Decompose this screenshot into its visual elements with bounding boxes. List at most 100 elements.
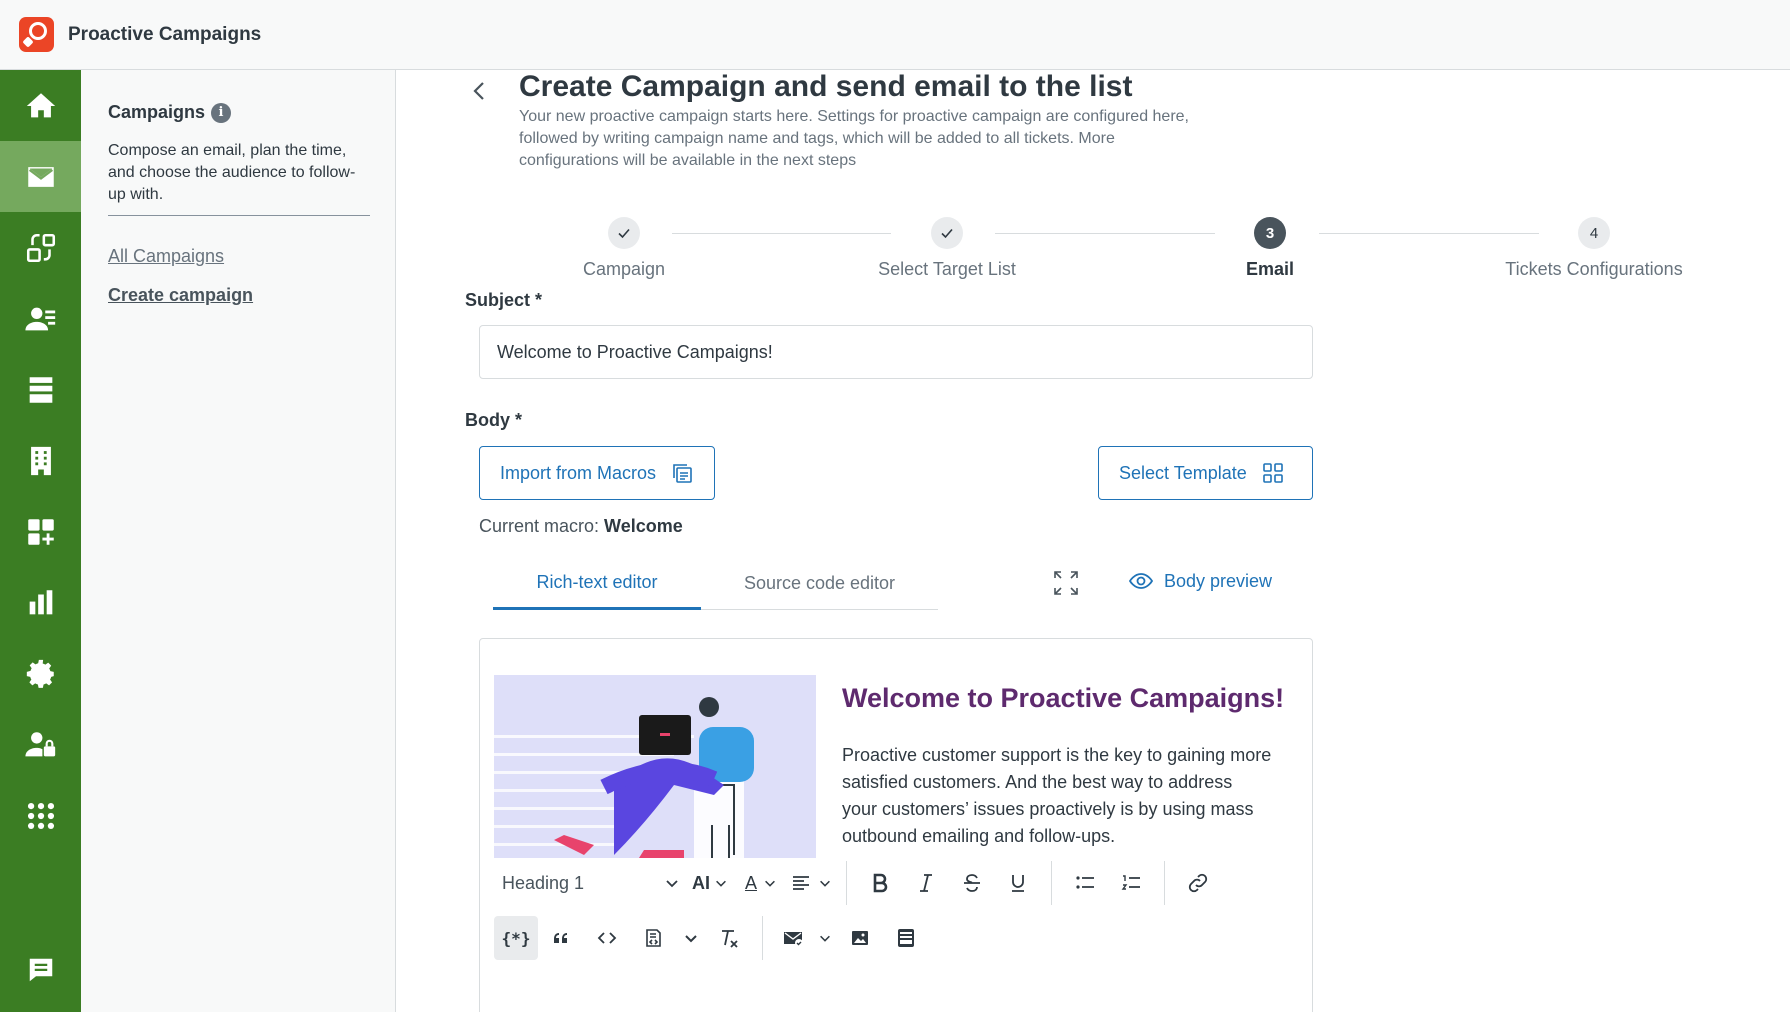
code-block-icon bbox=[646, 929, 661, 947]
subject-input[interactable] bbox=[479, 325, 1313, 379]
chevron-down-icon bbox=[716, 880, 726, 887]
campaign-cycle-icon bbox=[26, 233, 55, 262]
email-signature-button[interactable] bbox=[773, 916, 813, 960]
current-macro-name: Welcome bbox=[604, 516, 683, 536]
current-macro-prefix: Current macro: bbox=[479, 516, 605, 536]
toolbar-separator bbox=[1051, 861, 1052, 905]
numbered-list-button[interactable] bbox=[1108, 861, 1154, 905]
insert-variable-button[interactable]: {*} bbox=[494, 916, 538, 960]
building-icon bbox=[30, 446, 51, 475]
chevron-down-icon bbox=[820, 935, 830, 942]
chevron-down-icon bbox=[666, 880, 678, 888]
variable-braces-icon: {*} bbox=[501, 928, 531, 948]
blockquote-button[interactable] bbox=[538, 916, 584, 960]
eye-icon bbox=[1128, 573, 1154, 589]
strikethrough-button[interactable] bbox=[949, 861, 995, 905]
font-color-icon: A bbox=[744, 872, 757, 893]
quote-icon bbox=[554, 933, 567, 943]
step-check-icon bbox=[931, 217, 963, 249]
import-from-macros-label: Import from Macros bbox=[500, 462, 657, 483]
expand-fullscreen-icon[interactable] bbox=[1051, 568, 1081, 598]
underline-icon bbox=[1012, 875, 1024, 892]
font-color-button[interactable]: A bbox=[736, 861, 786, 905]
bold-icon bbox=[873, 873, 888, 893]
insert-image-button[interactable] bbox=[837, 916, 883, 960]
rail-campaign-cycle[interactable] bbox=[0, 212, 81, 283]
rail-settings[interactable] bbox=[0, 638, 81, 709]
home-icon bbox=[26, 92, 55, 117]
all-campaigns-link[interactable]: All Campaigns bbox=[108, 246, 224, 267]
tab-rich-text-editor[interactable]: Rich-text editor bbox=[493, 557, 701, 610]
step-label: Select Target List bbox=[878, 259, 1016, 279]
rail-chat[interactable] bbox=[0, 940, 81, 1000]
current-macro: Current macro: Welcome bbox=[479, 516, 683, 537]
step-number: 3 bbox=[1254, 217, 1286, 249]
apps-add-icon bbox=[27, 518, 54, 545]
settings-icon bbox=[26, 659, 54, 688]
email-signature-dropdown[interactable] bbox=[813, 916, 837, 960]
email-hero-illustration bbox=[494, 675, 816, 858]
step-label: Email bbox=[1245, 259, 1295, 279]
body-preview-label: Body preview bbox=[1164, 570, 1273, 591]
step-label: Campaign bbox=[582, 259, 666, 279]
link-button[interactable] bbox=[1175, 861, 1221, 905]
back-button[interactable] bbox=[469, 76, 489, 106]
tab-source-code-editor[interactable]: Source code editor bbox=[701, 557, 938, 610]
top-bar: Proactive Campaigns bbox=[0, 0, 1790, 70]
editor-tabs: Rich-text editor Source code editor bbox=[493, 557, 938, 610]
block-format-select[interactable]: Heading 1 bbox=[494, 861, 684, 905]
image-icon bbox=[852, 931, 868, 945]
progress-stepper: Campaign Select Target List 3 Email 4 Ti… bbox=[487, 213, 1790, 293]
step-label: Tickets Configurations bbox=[1505, 259, 1683, 279]
rail-admin[interactable] bbox=[0, 709, 81, 780]
bullet-list-button[interactable] bbox=[1062, 861, 1108, 905]
underline-button[interactable] bbox=[995, 861, 1041, 905]
template-grid-icon bbox=[1262, 463, 1283, 483]
link-icon bbox=[1188, 873, 1208, 893]
font-size-icon: AI bbox=[692, 872, 710, 893]
align-button[interactable] bbox=[786, 861, 836, 905]
rich-text-editor[interactable]: Welcome to Proactive Campaigns! Proactiv… bbox=[479, 638, 1313, 1012]
bold-button[interactable] bbox=[857, 861, 903, 905]
campaigns-subnav: Campaigns i Compose an email, plan the t… bbox=[81, 70, 396, 1012]
step-email: 3 Email bbox=[1160, 213, 1380, 280]
subject-label: Subject * bbox=[465, 290, 543, 310]
step-select-target-list: Select Target List bbox=[837, 213, 1057, 280]
rail-contacts[interactable] bbox=[0, 283, 81, 354]
chat-icon bbox=[29, 958, 52, 982]
rail-home[interactable] bbox=[0, 70, 81, 141]
formatting-toolbar-row-1: Heading 1 AI A bbox=[494, 861, 1221, 905]
inbox-icon bbox=[29, 376, 52, 403]
create-campaign-link[interactable]: Create campaign bbox=[108, 285, 253, 306]
app-logo-icon bbox=[19, 17, 54, 52]
select-template-button[interactable]: Select Template bbox=[1098, 446, 1313, 500]
subnav-title: Campaigns i bbox=[108, 102, 232, 123]
insert-html-button[interactable] bbox=[883, 916, 929, 960]
code-block-dropdown[interactable] bbox=[676, 916, 706, 960]
italic-button[interactable] bbox=[903, 861, 949, 905]
import-from-macros-button[interactable]: Import from Macros bbox=[479, 446, 716, 500]
info-icon[interactable]: i bbox=[211, 102, 232, 123]
toolbar-separator bbox=[762, 916, 763, 960]
formatting-toolbar-row-2: {*} bbox=[494, 916, 929, 960]
bullet-list-icon bbox=[1076, 876, 1094, 889]
subnav-title-text: Campaigns bbox=[108, 102, 206, 122]
html-block-icon bbox=[898, 929, 914, 947]
block-format-value: Heading 1 bbox=[502, 872, 585, 893]
toolbar-separator bbox=[1164, 861, 1165, 905]
rail-organizations[interactable] bbox=[0, 425, 81, 496]
rail-reports[interactable] bbox=[0, 567, 81, 638]
rail-apps[interactable] bbox=[0, 496, 81, 567]
product-rail bbox=[0, 70, 81, 1012]
font-size-button[interactable]: AI bbox=[684, 861, 736, 905]
inline-code-button[interactable] bbox=[584, 916, 630, 960]
clear-formatting-icon bbox=[722, 930, 738, 948]
clear-formatting-button[interactable] bbox=[706, 916, 752, 960]
rail-more[interactable] bbox=[0, 780, 81, 851]
body-preview-button[interactable]: Body preview bbox=[1128, 568, 1272, 594]
code-block-button[interactable] bbox=[630, 916, 676, 960]
strikethrough-icon bbox=[964, 874, 980, 892]
rail-inbox[interactable] bbox=[0, 354, 81, 425]
rail-email[interactable] bbox=[0, 141, 81, 212]
macro-copy-icon bbox=[673, 464, 692, 483]
